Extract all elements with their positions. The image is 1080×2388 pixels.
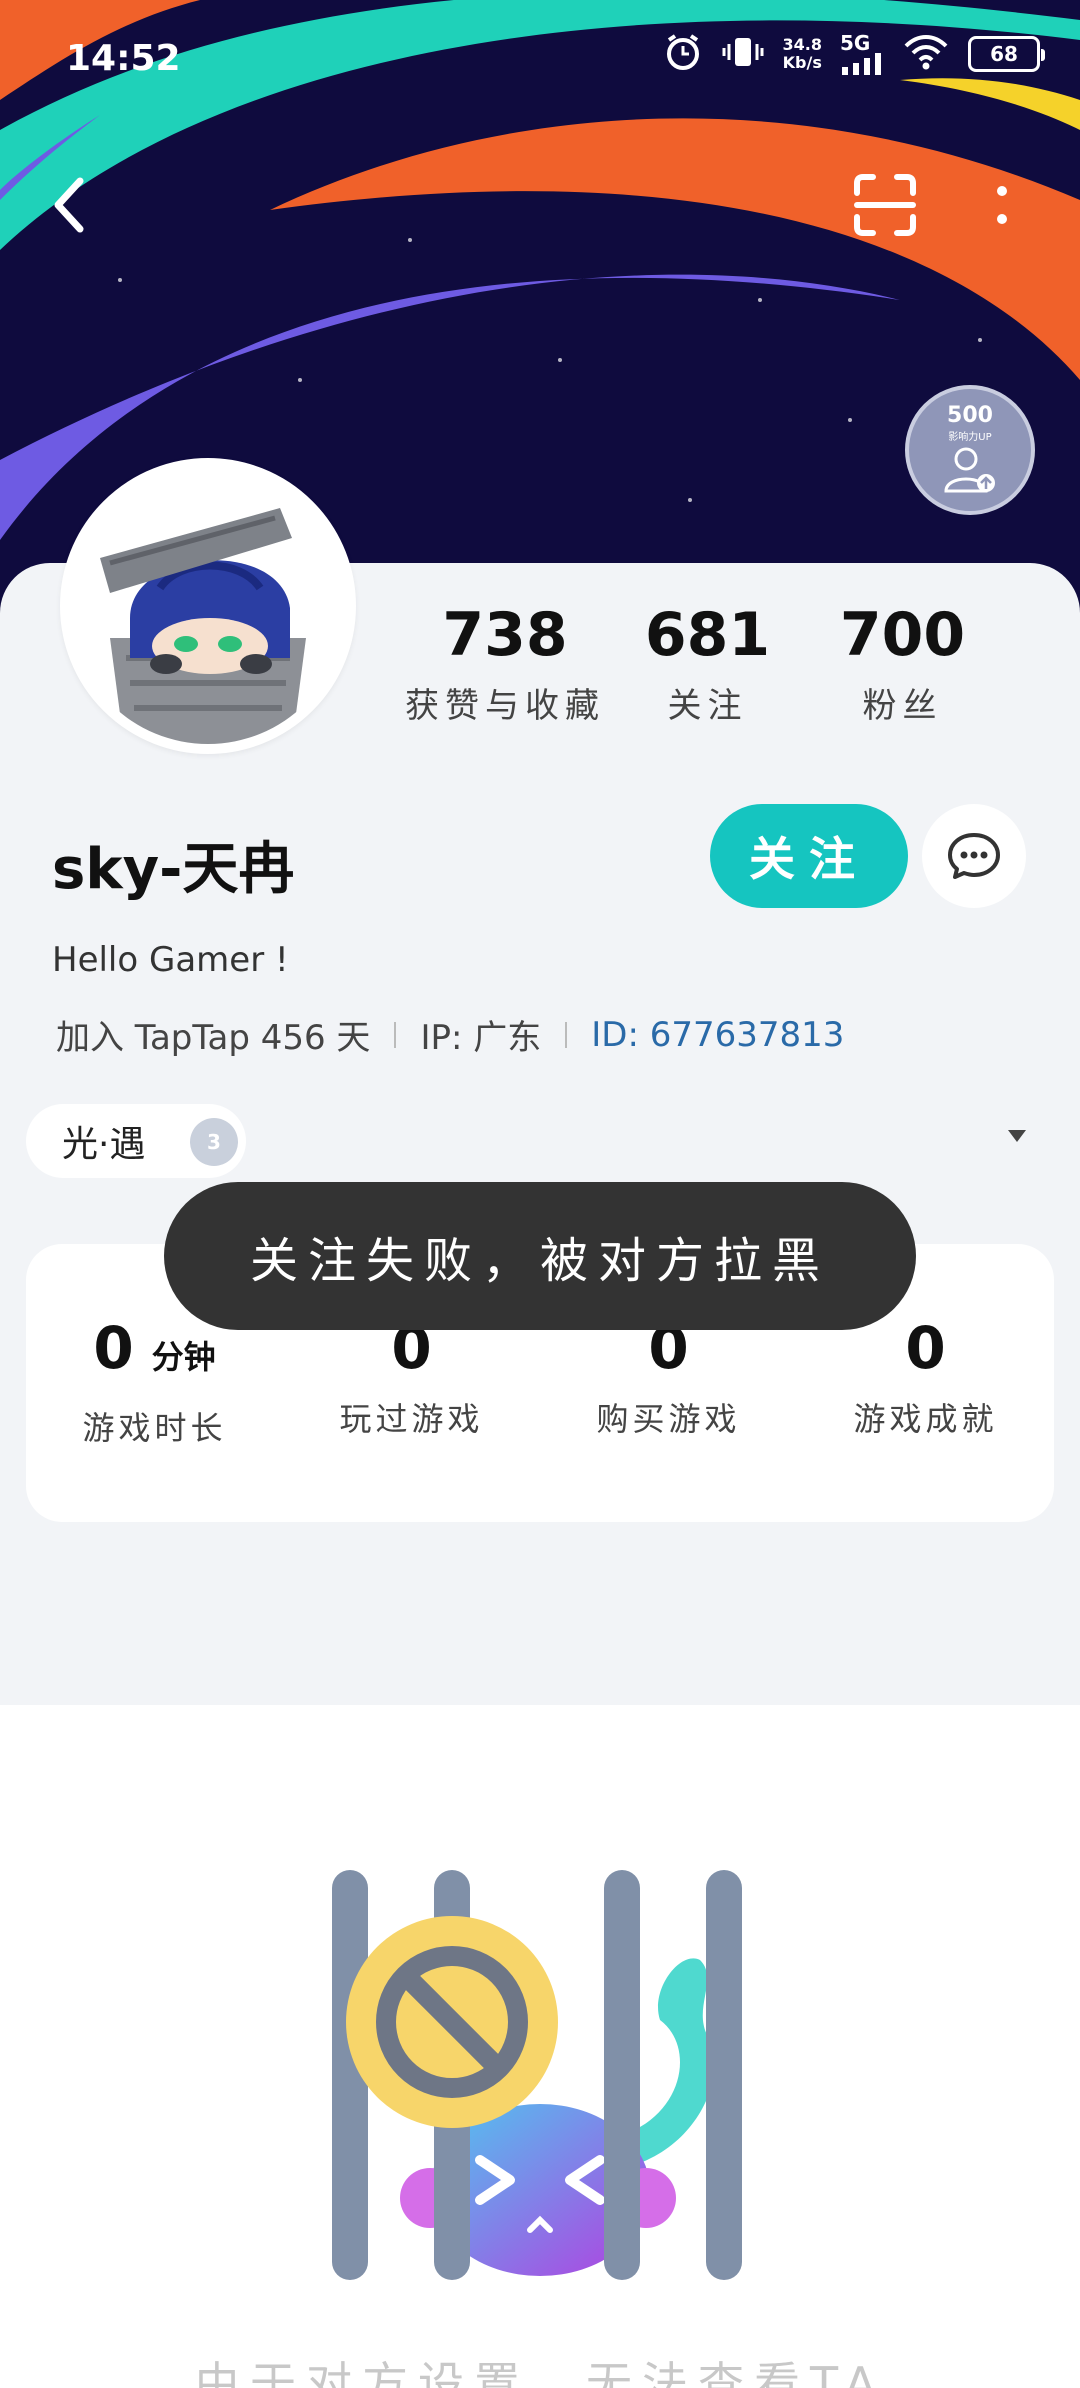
alarm-icon [663, 32, 703, 76]
user-id[interactable]: ID: 677637813 [591, 1015, 844, 1055]
game-level-icon: 3 [190, 1118, 238, 1166]
status-icons: 34.8 Kb/s 5G 68 [663, 32, 1045, 76]
joined-days: 加入 TapTap 456 天 [56, 1018, 371, 1058]
gstat-label: 游戏时长 [82, 1409, 227, 1447]
message-button[interactable] [922, 804, 1026, 908]
wifi-icon [902, 32, 950, 76]
profile-info-row: 加入 TapTap 456 天 IP: 广东 ID: 677637813 [56, 1010, 844, 1059]
ip-location: IP: 广东 [420, 1018, 542, 1058]
stat-value: 738 [442, 600, 568, 670]
stat-value: 681 [644, 600, 771, 670]
bio: Hello Gamer ! [52, 940, 289, 980]
stat-label: 获赞与收藏 [405, 686, 605, 726]
stat-purchased-games[interactable]: 0 购买游戏 [540, 1316, 797, 1449]
follow-button[interactable]: 关注 [710, 804, 908, 908]
gstat-label: 玩过游戏 [339, 1400, 484, 1438]
stat-label: 关注 [667, 686, 748, 726]
toast-message: 关注失败，被对方拉黑 [164, 1182, 916, 1330]
stat-achievements[interactable]: 0 游戏成就 [797, 1316, 1054, 1449]
blocked-illustration [300, 1850, 780, 2290]
chevron-down-icon[interactable] [1008, 1130, 1026, 1142]
username: sky-天冉 [52, 837, 295, 902]
more-options-button[interactable] [972, 160, 1032, 250]
divider [565, 1021, 568, 1048]
stat-play-time[interactable]: 0 分钟 游戏时长 [26, 1316, 283, 1449]
avatar-image [70, 468, 346, 744]
profile-stats: 738 获赞与收藏 681 关注 700 粉丝 [390, 600, 1010, 727]
signal-5g: 5G [840, 33, 884, 75]
gstat-unit: 分钟 [151, 1338, 216, 1376]
divider [394, 1021, 397, 1048]
battery-indicator: 68 [968, 36, 1045, 72]
stat-followers[interactable]: 700 粉丝 [795, 600, 1010, 727]
scan-icon [854, 174, 916, 236]
net-speed: 34.8 Kb/s [783, 36, 822, 72]
game-tag[interactable]: 光·遇 3 [26, 1104, 246, 1178]
game-level: 3 [207, 1130, 221, 1154]
gstat-number: 0 [93, 1314, 134, 1382]
vibrate-icon [721, 32, 765, 76]
blocked-cage-icon [332, 1870, 742, 2280]
top-navigation [0, 160, 1080, 250]
stat-following[interactable]: 681 关注 [620, 600, 795, 727]
stat-likes[interactable]: 738 获赞与收藏 [390, 600, 620, 727]
net-speed-unit: Kb/s [782, 53, 822, 72]
badge-value: 500 [947, 403, 993, 428]
signal-icon [842, 53, 881, 75]
game-stats: 0 分钟 游戏时长 0 玩过游戏 0 购买游戏 0 游戏成就 [26, 1316, 1054, 1449]
network-type: 5G [840, 31, 871, 55]
stat-played-games[interactable]: 0 玩过游戏 [283, 1316, 540, 1449]
scan-button[interactable] [840, 160, 930, 250]
status-time: 14:52 [66, 38, 181, 79]
chat-bubble-icon [948, 833, 1000, 879]
user-up-icon [944, 447, 995, 493]
stat-value: 700 [839, 600, 966, 670]
more-vertical-icon [997, 186, 1007, 224]
status-bar: 14:52 34.8 Kb/s 5G 68 [0, 0, 1080, 110]
net-speed-value: 34.8 [782, 35, 822, 54]
chevron-left-icon [54, 177, 84, 233]
influence-badge[interactable]: 500 影响力UP [905, 385, 1035, 515]
stat-label: 粉丝 [862, 686, 943, 726]
back-button[interactable] [48, 160, 128, 250]
badge-sub: 影响力UP [948, 432, 992, 443]
game-tag-name: 光·遇 [62, 1124, 146, 1165]
gstat-label: 购买游戏 [596, 1400, 741, 1438]
gstat-label: 游戏成就 [853, 1400, 998, 1438]
avatar[interactable] [60, 458, 356, 754]
blocked-message: 由于对方设置，无法查看TA [194, 2357, 886, 2388]
